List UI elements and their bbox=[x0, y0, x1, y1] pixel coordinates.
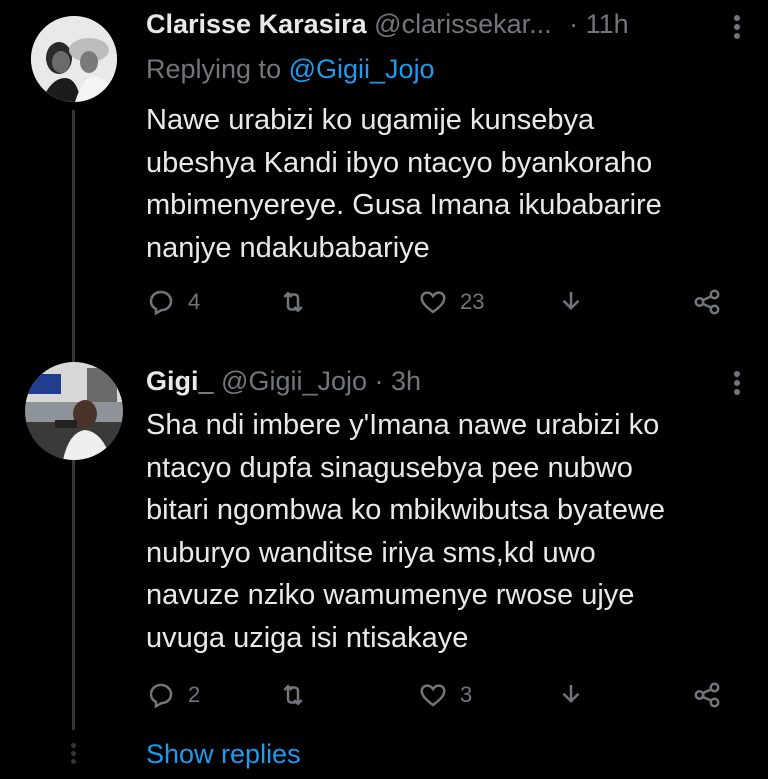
tweet-text: Nawe urabizi ko ugamije kunsebya ubeshya… bbox=[146, 104, 662, 264]
timestamp[interactable]: 3h bbox=[391, 366, 421, 396]
like-icon bbox=[420, 291, 446, 314]
replying-mention[interactable]: @Gigii_Jojo bbox=[289, 54, 435, 84]
retweet-button[interactable] bbox=[278, 677, 320, 713]
tweet-text: Sha ndi imbere y'Imana nawe urabizi ko n… bbox=[146, 409, 666, 654]
more-icon[interactable] bbox=[734, 368, 740, 398]
thread-continuation-dots bbox=[71, 740, 76, 767]
like-button[interactable]: 3 bbox=[418, 677, 472, 713]
reply-count: 4 bbox=[188, 289, 201, 314]
replying-to: Replying to @Gigii_Jojo bbox=[146, 52, 435, 86]
share-icon bbox=[694, 682, 720, 708]
handle[interactable]: @Gigii_Jojo bbox=[221, 366, 367, 396]
share-icon bbox=[694, 289, 720, 315]
reply-icon bbox=[149, 290, 173, 316]
more-icon[interactable] bbox=[734, 12, 740, 42]
separator: · bbox=[569, 9, 579, 39]
retweet-icon bbox=[283, 684, 303, 706]
tweet-actions: 2 3 bbox=[146, 677, 736, 713]
show-replies-link[interactable]: Show replies bbox=[146, 737, 301, 771]
like-button[interactable]: 23 bbox=[418, 284, 484, 320]
avatar[interactable] bbox=[25, 362, 123, 460]
like-icon bbox=[420, 684, 446, 707]
timestamp[interactable]: 11h bbox=[586, 9, 629, 39]
download-button[interactable] bbox=[556, 677, 586, 713]
retweet-button[interactable] bbox=[278, 284, 320, 320]
display-name[interactable]: Clarisse Karasira bbox=[146, 9, 367, 39]
tweet-header: Gigi_ @Gigii_Jojo · 3h bbox=[146, 364, 421, 398]
like-count: 23 bbox=[460, 289, 485, 314]
reply-button[interactable]: 4 bbox=[146, 284, 200, 320]
handle[interactable]: @clarissekar... bbox=[374, 9, 551, 39]
download-button[interactable] bbox=[556, 284, 586, 320]
reply-count: 2 bbox=[188, 682, 201, 707]
tweet-header: Clarisse Karasira @clarissekar... · 11h bbox=[146, 7, 629, 41]
replying-prefix: Replying to bbox=[146, 54, 282, 84]
share-download-icon bbox=[562, 292, 580, 311]
tweet-actions: 4 23 bbox=[146, 284, 736, 320]
display-name[interactable]: Gigi_ bbox=[146, 366, 214, 396]
share-button[interactable] bbox=[692, 284, 722, 320]
share-download-icon bbox=[562, 685, 580, 704]
share-button[interactable] bbox=[692, 677, 722, 713]
reply-button[interactable]: 2 bbox=[146, 677, 200, 713]
like-count: 3 bbox=[460, 682, 473, 707]
separator: · bbox=[374, 366, 384, 396]
retweet-icon bbox=[283, 291, 303, 313]
reply-icon bbox=[149, 683, 173, 709]
avatar[interactable] bbox=[31, 16, 117, 102]
